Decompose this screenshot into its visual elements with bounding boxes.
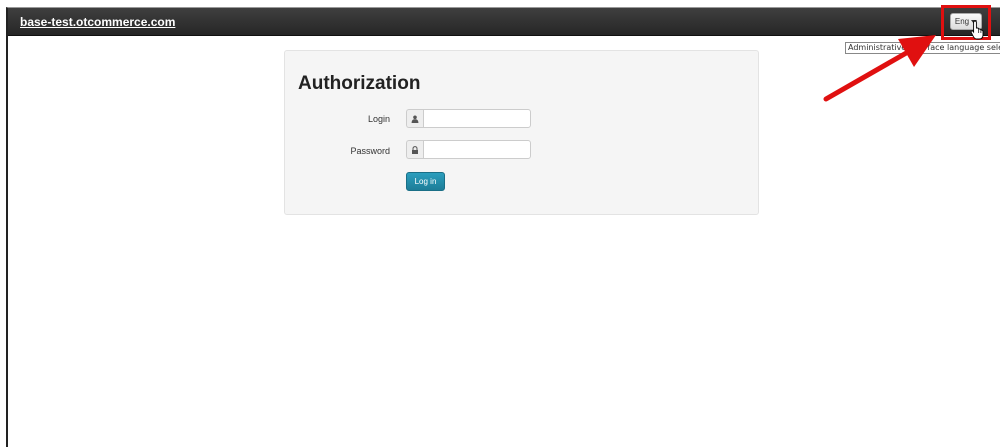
login-input-group [406, 109, 531, 128]
login-input[interactable] [423, 109, 531, 128]
password-input[interactable] [423, 140, 531, 159]
login-button[interactable]: Log in [406, 172, 445, 191]
password-input-group [406, 140, 531, 159]
lock-icon [406, 140, 423, 159]
password-label: Password [350, 146, 390, 156]
hand-cursor-icon [970, 20, 984, 40]
red-annotation-arrow [823, 35, 936, 102]
page-title: Authorization [298, 73, 421, 94]
site-name-link[interactable]: base-test.otcommerce.com [20, 15, 175, 29]
user-icon [406, 109, 423, 128]
login-label: Login [367, 114, 390, 124]
authorization-panel: Authorization Login Password Log in [284, 50, 759, 215]
